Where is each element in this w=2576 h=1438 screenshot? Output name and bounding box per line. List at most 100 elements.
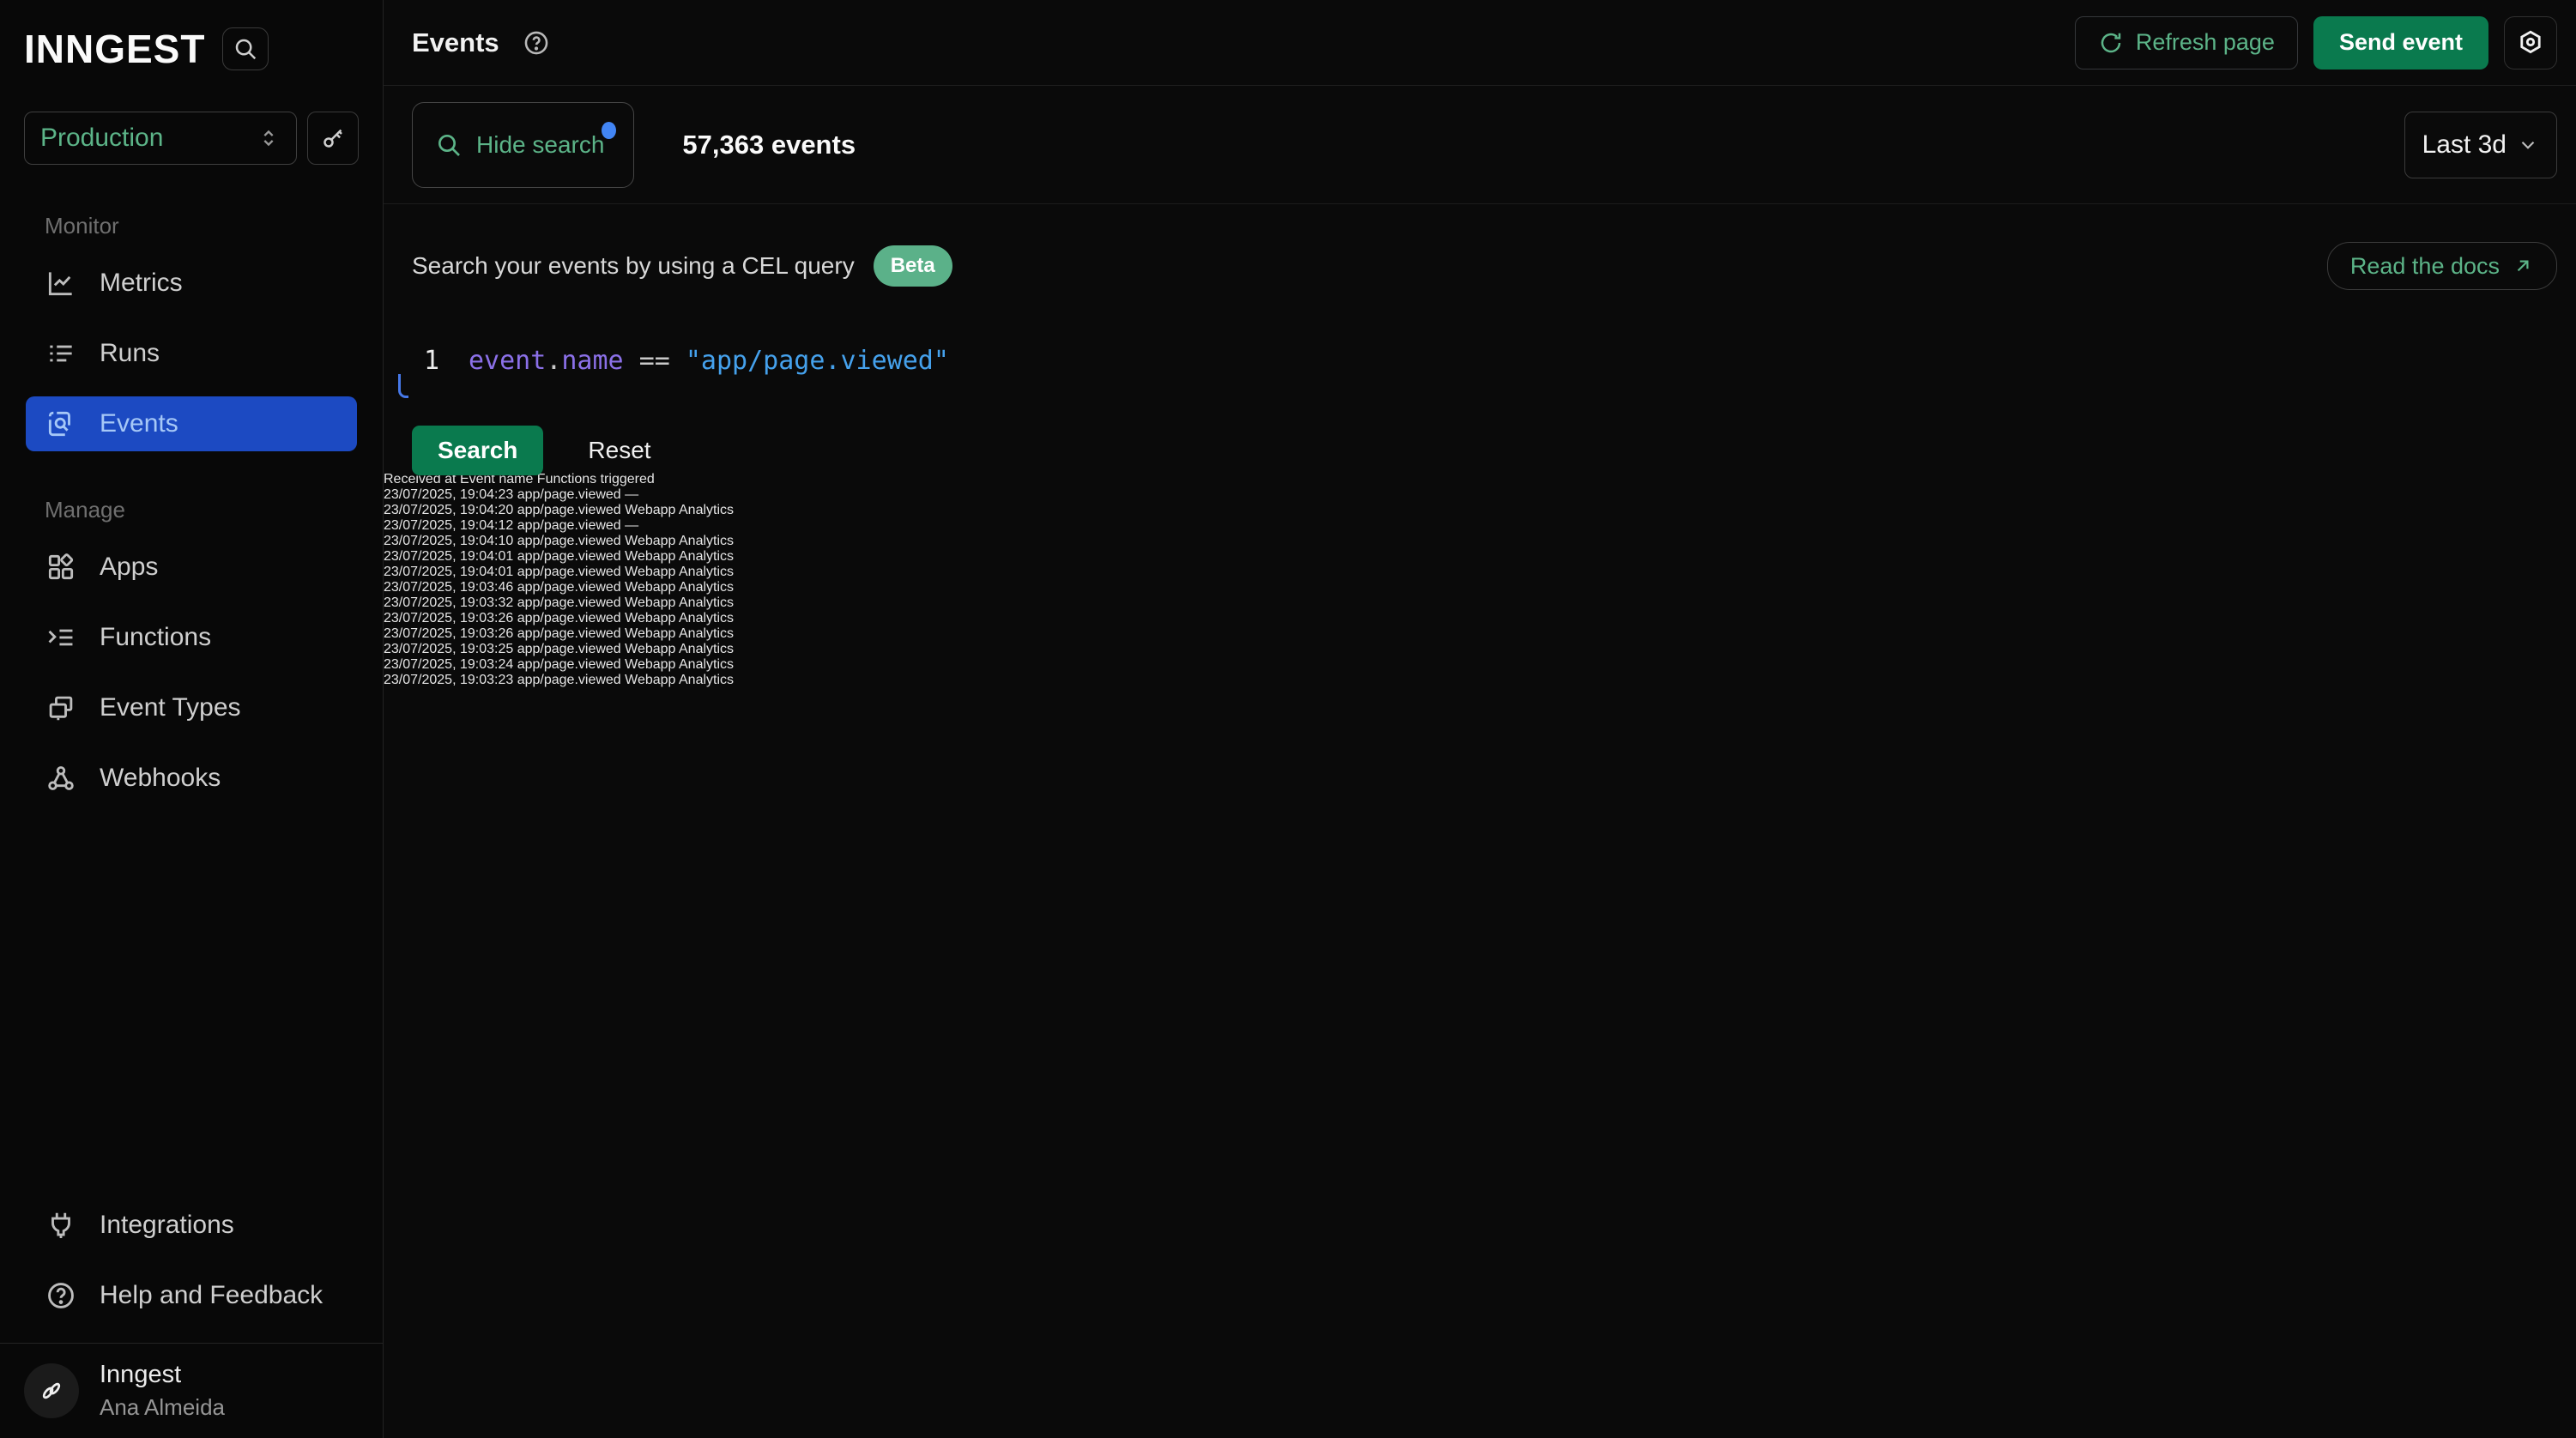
function-name: Webapp Analytics (625, 549, 734, 564)
table-row[interactable]: 23/07/2025, 19:04:01 app/page.viewed Web… (384, 565, 2576, 580)
notification-dot (602, 122, 616, 139)
search-button-label: Search (438, 437, 517, 464)
table-row[interactable]: 23/07/2025, 19:04:20 app/page.viewed Web… (384, 503, 2576, 518)
global-search-button[interactable] (222, 27, 269, 70)
account-org-name: Inngest (100, 1361, 225, 1389)
sidebar-item-label: Event Types (100, 693, 241, 722)
received-at-cell: 23/07/2025, 19:04:23 (384, 487, 513, 502)
cel-token (624, 346, 639, 376)
event-name-cell[interactable]: app/page.viewed (517, 518, 621, 533)
function-badge[interactable]: Webapp Analytics (625, 565, 734, 579)
table-row[interactable]: 23/07/2025, 19:03:25 app/page.viewed Web… (384, 642, 2576, 657)
sidebar-item-label: Help and Feedback (100, 1281, 323, 1310)
event-keys-button[interactable] (307, 112, 359, 165)
time-range-selector[interactable]: Last 3d (2404, 112, 2557, 178)
sidebar-item-help-feedback[interactable]: Help and Feedback (26, 1268, 357, 1323)
section-label-monitor: Monitor (0, 165, 383, 248)
event-name-cell[interactable]: app/page.viewed (517, 565, 621, 579)
function-badge[interactable]: Webapp Analytics (625, 549, 734, 564)
sidebar-item-event-types[interactable]: Event Types (26, 680, 357, 735)
event-search-icon (45, 408, 77, 440)
environment-selector[interactable]: Production (24, 112, 297, 165)
function-name: Webapp Analytics (625, 611, 734, 625)
received-at-cell: 23/07/2025, 19:03:23 (384, 673, 513, 687)
function-badge[interactable]: Webapp Analytics (625, 503, 734, 517)
table-row[interactable]: 23/07/2025, 19:04:23 app/page.viewed — (384, 487, 2576, 503)
event-name-cell[interactable]: app/page.viewed (517, 534, 621, 548)
table-row[interactable]: 23/07/2025, 19:04:10 app/page.viewed Web… (384, 534, 2576, 549)
functions-cell: Webapp Analytics (625, 549, 734, 564)
sidebar-item-apps[interactable]: Apps (26, 540, 357, 595)
search-button[interactable]: Search (412, 426, 543, 475)
event-name-cell[interactable]: app/page.viewed (517, 673, 621, 687)
sidebar-item-label: Metrics (100, 269, 183, 298)
function-name: Webapp Analytics (625, 534, 734, 548)
function-badge[interactable]: Webapp Analytics (625, 534, 734, 548)
function-badge[interactable]: Webapp Analytics (625, 580, 734, 595)
event-name-cell[interactable]: app/page.viewed (517, 611, 621, 625)
sidebar-item-integrations[interactable]: Integrations (26, 1198, 357, 1253)
refresh-icon (2098, 30, 2124, 56)
event-name-cell[interactable]: app/page.viewed (517, 642, 621, 656)
event-name-cell[interactable]: app/page.viewed (517, 657, 621, 672)
table-row[interactable]: 23/07/2025, 19:04:01 app/page.viewed Web… (384, 549, 2576, 565)
received-at-cell: 23/07/2025, 19:04:01 (384, 549, 513, 564)
settings-button[interactable] (2504, 16, 2557, 69)
function-badge[interactable]: Webapp Analytics (625, 642, 734, 656)
sidebar-item-functions[interactable]: Functions (26, 610, 357, 665)
received-at-cell: 23/07/2025, 19:03:26 (384, 611, 513, 625)
send-event-button[interactable]: Send event (2313, 16, 2488, 69)
refresh-page-button[interactable]: Refresh page (2075, 16, 2298, 69)
page-title: Events (412, 27, 499, 58)
function-badge[interactable]: Webapp Analytics (625, 673, 734, 687)
function-name: Webapp Analytics (625, 673, 734, 687)
received-at-cell: 23/07/2025, 19:04:01 (384, 565, 513, 579)
table-row[interactable]: 23/07/2025, 19:03:23 app/page.viewed Web… (384, 673, 2576, 688)
plug-icon (45, 1209, 77, 1242)
section-label-manage: Manage (0, 459, 383, 532)
table-row[interactable]: 23/07/2025, 19:04:12 app/page.viewed — (384, 518, 2576, 534)
table-row[interactable]: 23/07/2025, 19:03:32 app/page.viewed Web… (384, 595, 2576, 611)
cel-query-text[interactable]: event.name == "app/page.viewed" (469, 346, 949, 376)
sidebar-item-label: Functions (100, 623, 211, 652)
function-name: Webapp Analytics (625, 657, 734, 672)
function-badge[interactable]: Webapp Analytics (625, 626, 734, 641)
events-toolbar: Hide search 57,363 events Last 3d (384, 86, 2576, 204)
key-icon (320, 125, 346, 151)
table-row[interactable]: 23/07/2025, 19:03:46 app/page.viewed Web… (384, 580, 2576, 595)
refresh-page-label: Refresh page (2136, 29, 2275, 56)
sidebar-item-metrics[interactable]: Metrics (26, 256, 357, 311)
function-badge[interactable]: Webapp Analytics (625, 595, 734, 610)
function-badge[interactable]: Webapp Analytics (625, 611, 734, 625)
main-content: Events Refresh page Send event (384, 0, 2576, 1438)
send-event-label: Send event (2339, 29, 2463, 56)
read-the-docs-button[interactable]: Read the docs (2327, 242, 2557, 290)
hide-search-button[interactable]: Hide search (412, 102, 634, 188)
function-badge[interactable]: Webapp Analytics (625, 657, 734, 672)
event-name-cell[interactable]: app/page.viewed (517, 626, 621, 641)
help-icon[interactable] (522, 28, 551, 57)
event-name-cell[interactable]: app/page.viewed (517, 580, 621, 595)
functions-cell: Webapp Analytics (625, 611, 734, 625)
table-row[interactable]: 23/07/2025, 19:03:24 app/page.viewed Web… (384, 657, 2576, 673)
sidebar-item-label: Webhooks (100, 764, 221, 793)
inngest-logo: INNGEST (24, 26, 205, 72)
event-name-cell[interactable]: app/page.viewed (517, 549, 621, 564)
account-menu[interactable]: Inngest Ana Almeida (0, 1343, 383, 1438)
event-name-cell[interactable]: app/page.viewed (517, 503, 621, 517)
table-row[interactable]: 23/07/2025, 19:03:26 app/page.viewed Web… (384, 611, 2576, 626)
functions-cell: Webapp Analytics (625, 534, 734, 548)
event-name-cell[interactable]: app/page.viewed (517, 487, 621, 502)
event-name-cell[interactable]: app/page.viewed (517, 595, 621, 610)
account-user-name: Ana Almeida (100, 1394, 225, 1421)
cel-query-editor[interactable]: 1 event.name == "app/page.viewed" (412, 329, 2557, 391)
sidebar-item-webhooks[interactable]: Webhooks (26, 751, 357, 806)
avatar (24, 1363, 79, 1418)
sidebar-item-runs[interactable]: Runs (26, 326, 357, 381)
sidebar-item-events[interactable]: Events (26, 396, 357, 451)
table-row[interactable]: 23/07/2025, 19:03:26 app/page.viewed Web… (384, 626, 2576, 642)
cel-token: event (469, 346, 546, 376)
reset-button[interactable]: Reset (588, 437, 650, 464)
functions-cell: — (625, 518, 638, 533)
search-icon (233, 36, 258, 62)
